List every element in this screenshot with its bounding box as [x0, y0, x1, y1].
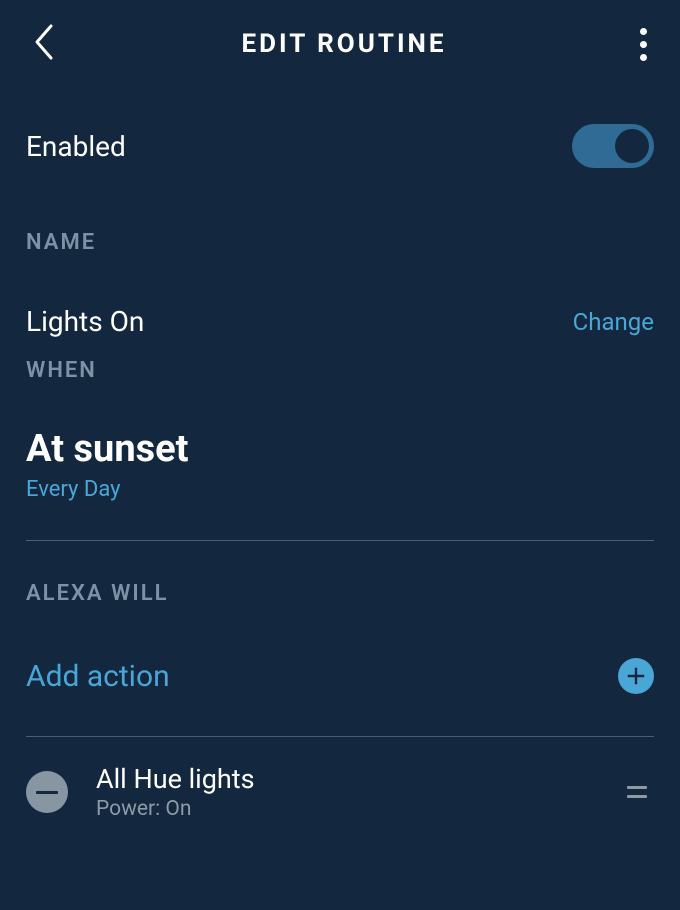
action-sub: Power: On — [96, 795, 255, 821]
name-row: Lights On Change — [26, 263, 654, 348]
back-icon[interactable] — [30, 22, 60, 66]
action-title: All Hue lights — [96, 763, 255, 795]
plus-icon — [618, 658, 654, 694]
header: EDIT ROUTINE — [0, 0, 680, 88]
add-action-row[interactable]: Add action — [26, 614, 654, 736]
action-item[interactable]: All Hue lights Power: On — [26, 737, 654, 841]
enabled-row: Enabled — [26, 88, 654, 190]
when-value: At sunset — [26, 391, 654, 471]
enabled-toggle[interactable] — [572, 124, 654, 168]
routine-name-value: Lights On — [26, 305, 144, 338]
section-when-label: WHEN — [26, 348, 654, 391]
more-vertical-icon[interactable] — [628, 24, 658, 64]
when-sub: Every Day — [26, 471, 654, 540]
add-action-label: Add action — [26, 659, 170, 694]
change-name-link[interactable]: Change — [573, 308, 654, 336]
enabled-label: Enabled — [26, 130, 126, 163]
remove-action-icon[interactable] — [26, 771, 68, 813]
content: Enabled NAME Lights On Change WHEN At su… — [0, 88, 680, 841]
toggle-thumb-icon — [615, 129, 649, 163]
page-title: EDIT ROUTINE — [241, 29, 446, 59]
action-item-left: All Hue lights Power: On — [26, 763, 255, 821]
drag-handle-icon[interactable] — [624, 786, 654, 798]
when-trigger[interactable]: At sunset Every Day — [26, 391, 654, 540]
section-name-label: NAME — [26, 190, 654, 263]
section-alexa-will-label: ALEXA WILL — [26, 541, 654, 614]
action-text: All Hue lights Power: On — [96, 763, 255, 821]
